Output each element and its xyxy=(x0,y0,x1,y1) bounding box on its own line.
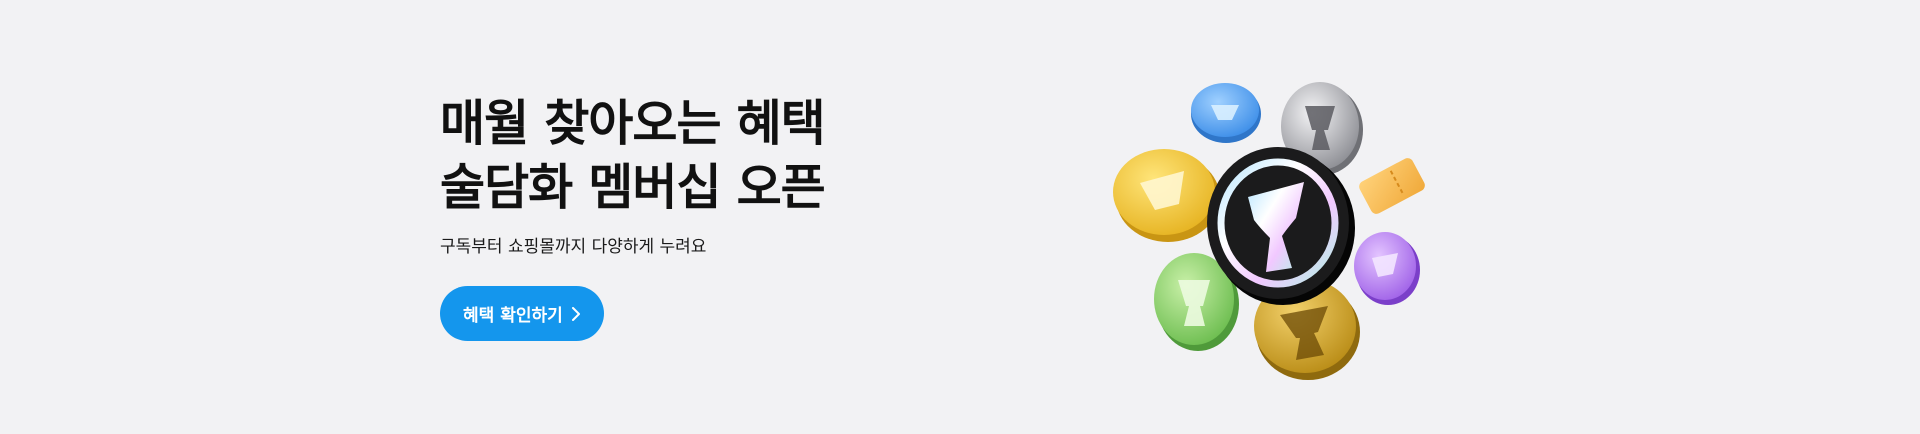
banner-headline: 매월 찾아오는 혜택 술담화 멤버십 오픈 xyxy=(440,92,1000,220)
check-benefits-button[interactable]: 혜택 확인하기 xyxy=(440,286,604,341)
headline-line-1: 매월 찾아오는 혜택 xyxy=(440,95,826,152)
headline-line-2: 술담화 멤버십 오픈 xyxy=(440,159,826,216)
check-benefits-label: 혜택 확인하기 xyxy=(463,306,563,326)
membership-coins-illustration xyxy=(1113,82,1425,380)
banner-subtitle: 구독부터 쇼핑몰까지 다양하게 누려요 xyxy=(440,237,707,257)
chevron-right-icon xyxy=(571,306,580,321)
purple-coin xyxy=(1354,232,1420,305)
yellow-coin xyxy=(1113,149,1220,242)
banner-text: 매월 찾아오는 혜택 술담화 멤버십 오픈 구독부터 쇼핑몰까지 다양하게 누려… xyxy=(440,92,1000,259)
membership-banner: 매월 찾아오는 혜택 술담화 멤버십 오픈 구독부터 쇼핑몰까지 다양하게 누려… xyxy=(0,0,1920,434)
ticket-icon xyxy=(1359,158,1425,214)
blue-coin xyxy=(1191,83,1261,143)
